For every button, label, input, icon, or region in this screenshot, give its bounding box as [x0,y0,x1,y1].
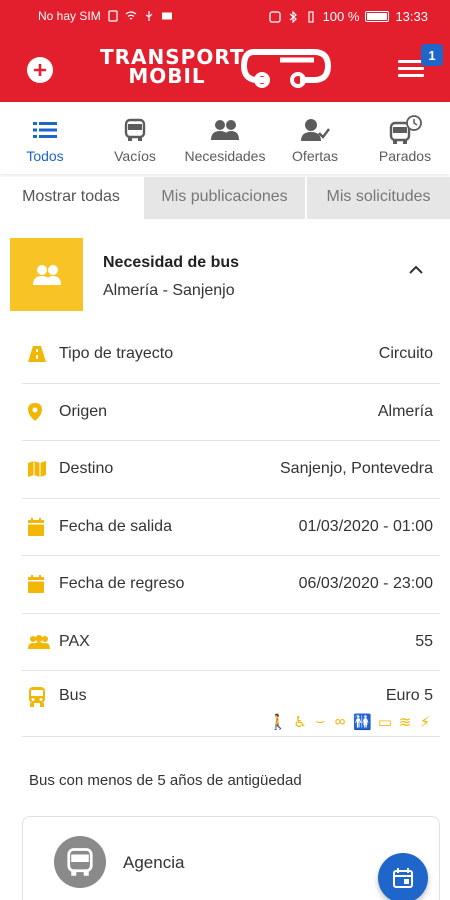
detail-row-salida: Fecha de salida 01/03/2020 - 01:00 [22,499,440,556]
detail-label: PAX [59,632,90,650]
wifi-icon: ≋ [398,714,412,731]
map-icon [28,461,46,478]
amenities-list: 🚶 ♿ ⌣ ∞ 🚻 ▭ ≋ ⚡ [268,713,432,731]
notification-badge: 1 [421,44,443,66]
tab-label: Parados [378,148,432,164]
hamburger-menu-button[interactable] [398,60,424,80]
detail-value: 06/03/2020 - 23:00 [298,575,433,593]
reclining-seat-icon: ⌣ [315,713,326,730]
vibrate-icon [307,10,314,23]
category-tabs: Todos Vacíos Necesidades Ofertas Parados [0,102,450,174]
detail-value: Euro 5 [385,687,433,704]
transport-mobil-logo: TRANSPORT MOBIL [100,46,340,90]
bus-front-icon [29,687,45,707]
road-icon [28,346,46,363]
agency-avatar [54,836,106,888]
mail-icon [161,12,172,20]
detail-value: Sanjenjo, Pontevedra [280,460,433,478]
detail-row-origen: Origen Almería [22,384,440,441]
logo-bus-icon [240,49,332,88]
nfc-icon [268,10,281,23]
chevron-up-icon[interactable] [406,260,426,280]
screen-icon: ▭ [377,714,392,731]
detail-row-pax: PAX 55 [22,614,440,671]
detail-value: Circuito [378,345,433,363]
people-icon [211,120,239,140]
detail-label: Fecha de salida [59,517,172,535]
guide-walking-icon: 🚶 [268,714,288,731]
person-check-icon [301,119,330,141]
logo-line2: MOBIL [128,64,206,88]
detail-value: 55 [415,632,433,650]
bus-clock-icon [389,115,422,144]
detail-label: Origen [59,402,108,420]
add-button[interactable] [27,57,53,83]
subtab-mis-publicaciones[interactable]: Mis publicaciones [144,177,307,219]
calendar-icon [393,868,413,888]
clock-text: 13:33 [395,9,428,24]
toilet-icon: 🚻 [353,714,372,731]
wheelchair-icon: ♿ [293,714,307,731]
group-icon [28,634,50,649]
tab-necesidades[interactable]: Necesidades [180,102,270,174]
detail-label: Tipo de trayecto [59,345,174,363]
people-icon [32,264,61,285]
detail-row-bus: Bus Euro 5 🚶 ♿ ⌣ ∞ 🚻 ▭ ≋ ⚡ [22,671,440,737]
plug-icon: ⚡ [419,714,431,731]
calendar-icon [28,517,44,536]
detail-label: Bus [59,687,87,704]
detail-row-regreso: Fecha de regreso 06/03/2020 - 23:00 [22,556,440,614]
bluetooth-icon [289,10,297,23]
carrier-text: No hay SIM [38,9,101,23]
card-title: Necesidad de bus [103,254,240,271]
location-pin-icon [28,402,42,421]
tab-parados[interactable]: Parados [360,102,450,174]
calendar-icon [28,575,44,594]
list-icon [33,122,57,138]
battery-icon [365,11,390,22]
tab-vacios[interactable]: Vacíos [90,102,180,174]
app-header: No hay SIM 100 % 13:33 TRANSPORT MOBIL 1 [0,0,450,102]
tab-label: Necesidades [184,148,266,164]
battery-percent: 100 % [322,9,360,24]
status-bar: No hay SIM 100 % 13:33 [0,0,450,32]
detail-value: 01/03/2020 - 01:00 [298,517,433,535]
calendar-fab-button[interactable] [378,853,428,900]
trip-details: Tipo de trayecto Circuito Origen Almería… [22,326,440,737]
tab-label: Vacíos [114,148,156,164]
wifi-status-icon [125,11,137,20]
seatbelt-icon: ∞ [334,713,346,730]
need-type-avatar [10,238,83,311]
need-card-header[interactable]: Necesidad de bus Almería - Sanjenjo [10,238,440,312]
agency-name: Agencia [123,853,185,872]
sim-icon [108,10,118,22]
agency-card[interactable]: Agencia [22,816,440,900]
subtab-mostrar-todas[interactable]: Mostrar todas [0,177,144,219]
subtab-mis-solicitudes[interactable]: Mis solicitudes [307,177,450,219]
bus-icon [67,848,93,876]
filter-subtabs: Mostrar todas Mis publicaciones Mis soli… [0,177,450,219]
plus-icon [34,64,46,76]
detail-row-tipo: Tipo de trayecto Circuito [22,326,440,384]
usb-icon [145,11,153,21]
tab-ofertas[interactable]: Ofertas [270,102,360,174]
tab-label: Todos [26,148,64,164]
detail-value: Almería [377,402,433,420]
detail-label: Fecha de regreso [59,575,185,593]
tab-todos[interactable]: Todos [0,102,90,174]
detail-row-destino: Destino Sanjenjo, Pontevedra [22,441,440,499]
tab-label: Ofertas [292,148,338,164]
bus-age-note: Bus con menos de 5 años de antigüedad [29,772,302,789]
bus-icon [124,118,146,141]
detail-label: Destino [59,460,114,478]
card-route: Almería - Sanjenjo [103,282,235,299]
